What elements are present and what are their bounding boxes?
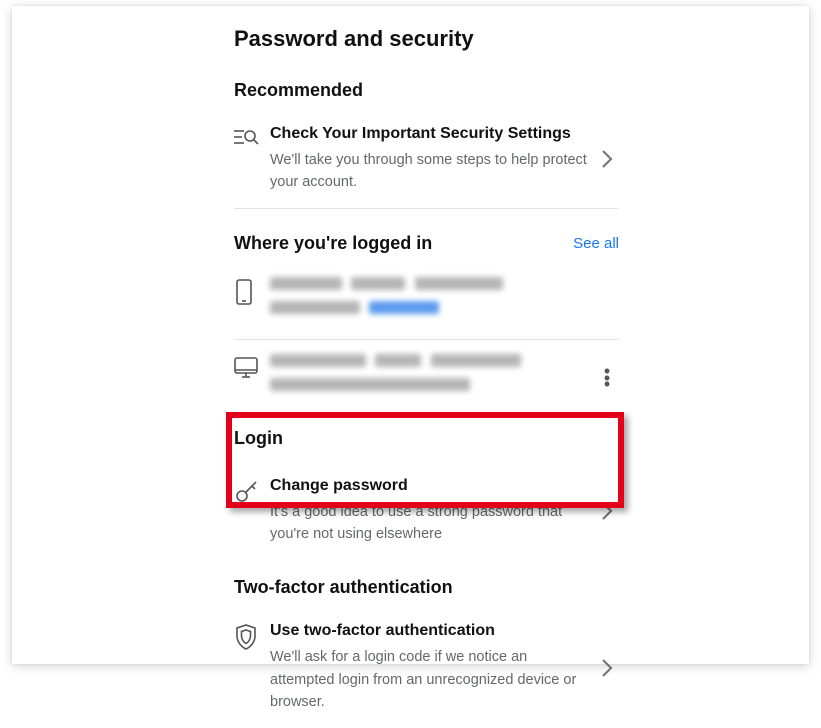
chevron-right-icon — [595, 149, 619, 169]
settings-panel: Password and security Recommended Check … — [12, 6, 809, 664]
more-vertical-icon: ••• — [604, 368, 610, 387]
row-security-checkup[interactable]: Check Your Important Security Settings W… — [234, 113, 619, 208]
shield-icon — [234, 621, 270, 651]
phone-icon — [234, 277, 270, 307]
row-change-password[interactable]: Change password It's a good idea to use … — [234, 461, 619, 564]
chevron-right-icon — [595, 501, 619, 521]
section-header-login: Login — [234, 428, 619, 449]
row-subtitle: It's a good idea to use a strong passwor… — [270, 501, 587, 546]
key-icon — [234, 476, 270, 504]
page-title: Password and security — [234, 26, 619, 52]
row-subtitle: We'll take you through some steps to hel… — [270, 149, 587, 194]
row-subtitle: We'll ask for a login code if we notice … — [270, 646, 587, 713]
chevron-right-icon — [595, 658, 619, 678]
content-column: Password and security Recommended Check … — [234, 26, 619, 728]
session-row-desktop[interactable]: ••• — [234, 339, 619, 416]
session-details-redacted — [270, 277, 595, 325]
more-options-button[interactable]: ••• — [595, 368, 619, 387]
session-details-redacted — [270, 354, 595, 402]
security-checkup-icon — [234, 124, 270, 150]
section-header-tfa: Two-factor authentication — [234, 577, 619, 598]
row-title: Change password — [270, 476, 587, 497]
section-header-label: Recommended — [234, 80, 363, 101]
section-header-label: Two-factor authentication — [234, 577, 453, 598]
section-header-label: Login — [234, 428, 283, 449]
section-header-label: Where you're logged in — [234, 233, 432, 254]
see-all-link[interactable]: See all — [573, 235, 619, 252]
desktop-icon — [234, 354, 270, 380]
row-title: Check Your Important Security Settings — [270, 124, 587, 145]
section-header-recommended: Recommended — [234, 80, 619, 101]
session-row-mobile[interactable] — [234, 266, 619, 339]
row-two-factor[interactable]: Use two-factor authentication We'll ask … — [234, 610, 619, 727]
row-title: Use two-factor authentication — [270, 621, 587, 642]
section-header-logged-in: Where you're logged in See all — [234, 233, 619, 254]
